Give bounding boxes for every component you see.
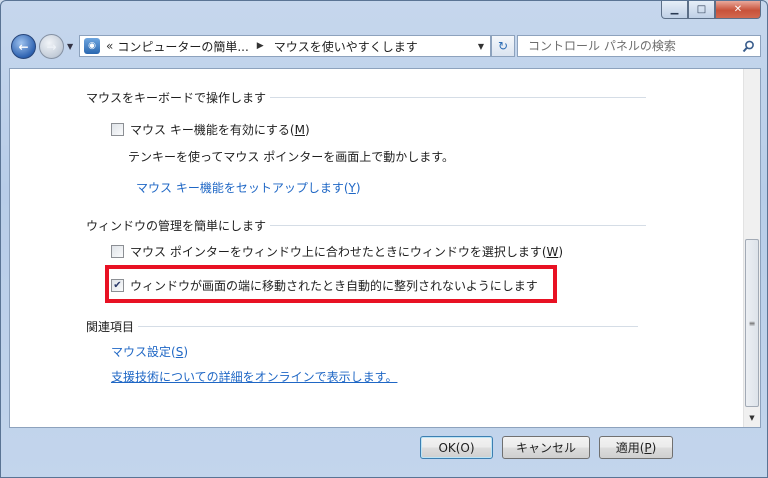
mouse-keys-description: テンキーを使ってマウス ポインターを画面上で動かします。 (128, 148, 454, 165)
section-divider (138, 326, 639, 327)
hover-activate-checkbox-row[interactable]: マウス ポインターをウィンドウ上に合わせたときにウィンドウを選択します(W) (111, 243, 563, 260)
section-window-heading: ウィンドウの管理を簡単にします (86, 217, 647, 234)
close-button[interactable]: ✕ (715, 1, 761, 19)
search-box[interactable] (517, 35, 761, 57)
forward-arrow-icon: → (46, 39, 57, 54)
search-icon[interactable] (740, 38, 756, 54)
dialog-button-bar: OK(O) キャンセル 適用(P) (9, 428, 761, 470)
navigation-bar: ← → ▼ ◉ « コンピューターの簡単... ▶ マウスを使いやすくします ▼… (9, 34, 761, 60)
refresh-button[interactable]: ↻ (491, 35, 515, 57)
vertical-scrollbar[interactable]: ≡ ▼ (743, 69, 760, 427)
mouse-keys-checkbox[interactable] (111, 123, 124, 136)
section-related-title: 関連項目 (86, 320, 135, 334)
mouse-keys-description-text: テンキーを使ってマウス ポインターを画面上で動かします。 (128, 150, 455, 164)
scrollbar-thumb[interactable]: ≡ (745, 239, 759, 407)
section-divider (270, 225, 647, 226)
maximize-button[interactable]: □ (688, 1, 715, 19)
address-dropdown-icon[interactable]: ▼ (478, 42, 484, 51)
ok-button[interactable]: OK(O) (420, 436, 493, 459)
recent-pages-dropdown[interactable]: ▼ (67, 42, 73, 51)
settings-content-pane: マウスをキーボードで操作します マウス キー機能を有効にする(M) テンキーを使… (9, 68, 761, 428)
mouse-keys-label: マウス キー機能を有効にする(M) (130, 123, 310, 137)
forward-button[interactable]: → (39, 34, 64, 59)
cancel-button[interactable]: キャンセル (502, 436, 590, 459)
control-panel-window: ▁ □ ✕ ← → ▼ ◉ « コンピューターの簡単... ▶ マウスを使いやす… (0, 0, 768, 478)
online-help-link[interactable]: 支援技術についての詳細をオンラインで表示します。 (111, 368, 397, 385)
section-related-heading: 関連項目 (86, 318, 639, 335)
breadcrumb-mouse[interactable]: マウスを使いやすくします (274, 38, 418, 55)
breadcrumb-separator-icon[interactable]: ▶ (257, 41, 264, 51)
mouse-keys-checkbox-row[interactable]: マウス キー機能を有効にする(M) (111, 121, 310, 138)
section-divider (270, 97, 647, 98)
back-button[interactable]: ← (11, 34, 36, 59)
address-bar[interactable]: ◉ « コンピューターの簡単... ▶ マウスを使いやすくします ▼ (79, 35, 491, 57)
hover-activate-label: マウス ポインターをウィンドウ上に合わせたときにウィンドウを選択します(W) (130, 245, 564, 259)
refresh-icon: ↻ (497, 39, 509, 53)
breadcrumb-ease-of-access[interactable]: コンピューターの簡単... (117, 38, 248, 55)
address-overflow-chevron[interactable]: « (106, 39, 113, 53)
search-input[interactable] (526, 38, 730, 54)
scroll-down-arrow-icon[interactable]: ▼ (745, 410, 759, 426)
control-panel-icon: ◉ (84, 38, 100, 54)
section-keyboard-title: マウスをキーボードで操作します (86, 91, 267, 105)
caption-buttons: ▁ □ ✕ (661, 1, 761, 19)
minimize-button[interactable]: ▁ (661, 1, 688, 19)
highlight-annotation-box (105, 265, 557, 303)
mouse-settings-link[interactable]: マウス設定(S) (111, 343, 188, 360)
apply-button[interactable]: 適用(P) (599, 436, 673, 459)
back-arrow-icon: ← (18, 39, 29, 54)
section-window-title: ウィンドウの管理を簡単にします (86, 219, 267, 233)
section-keyboard-heading: マウスをキーボードで操作します (86, 89, 647, 106)
setup-mouse-keys-link[interactable]: マウス キー機能をセットアップします(Y) (136, 179, 361, 196)
hover-activate-checkbox[interactable] (111, 245, 124, 258)
